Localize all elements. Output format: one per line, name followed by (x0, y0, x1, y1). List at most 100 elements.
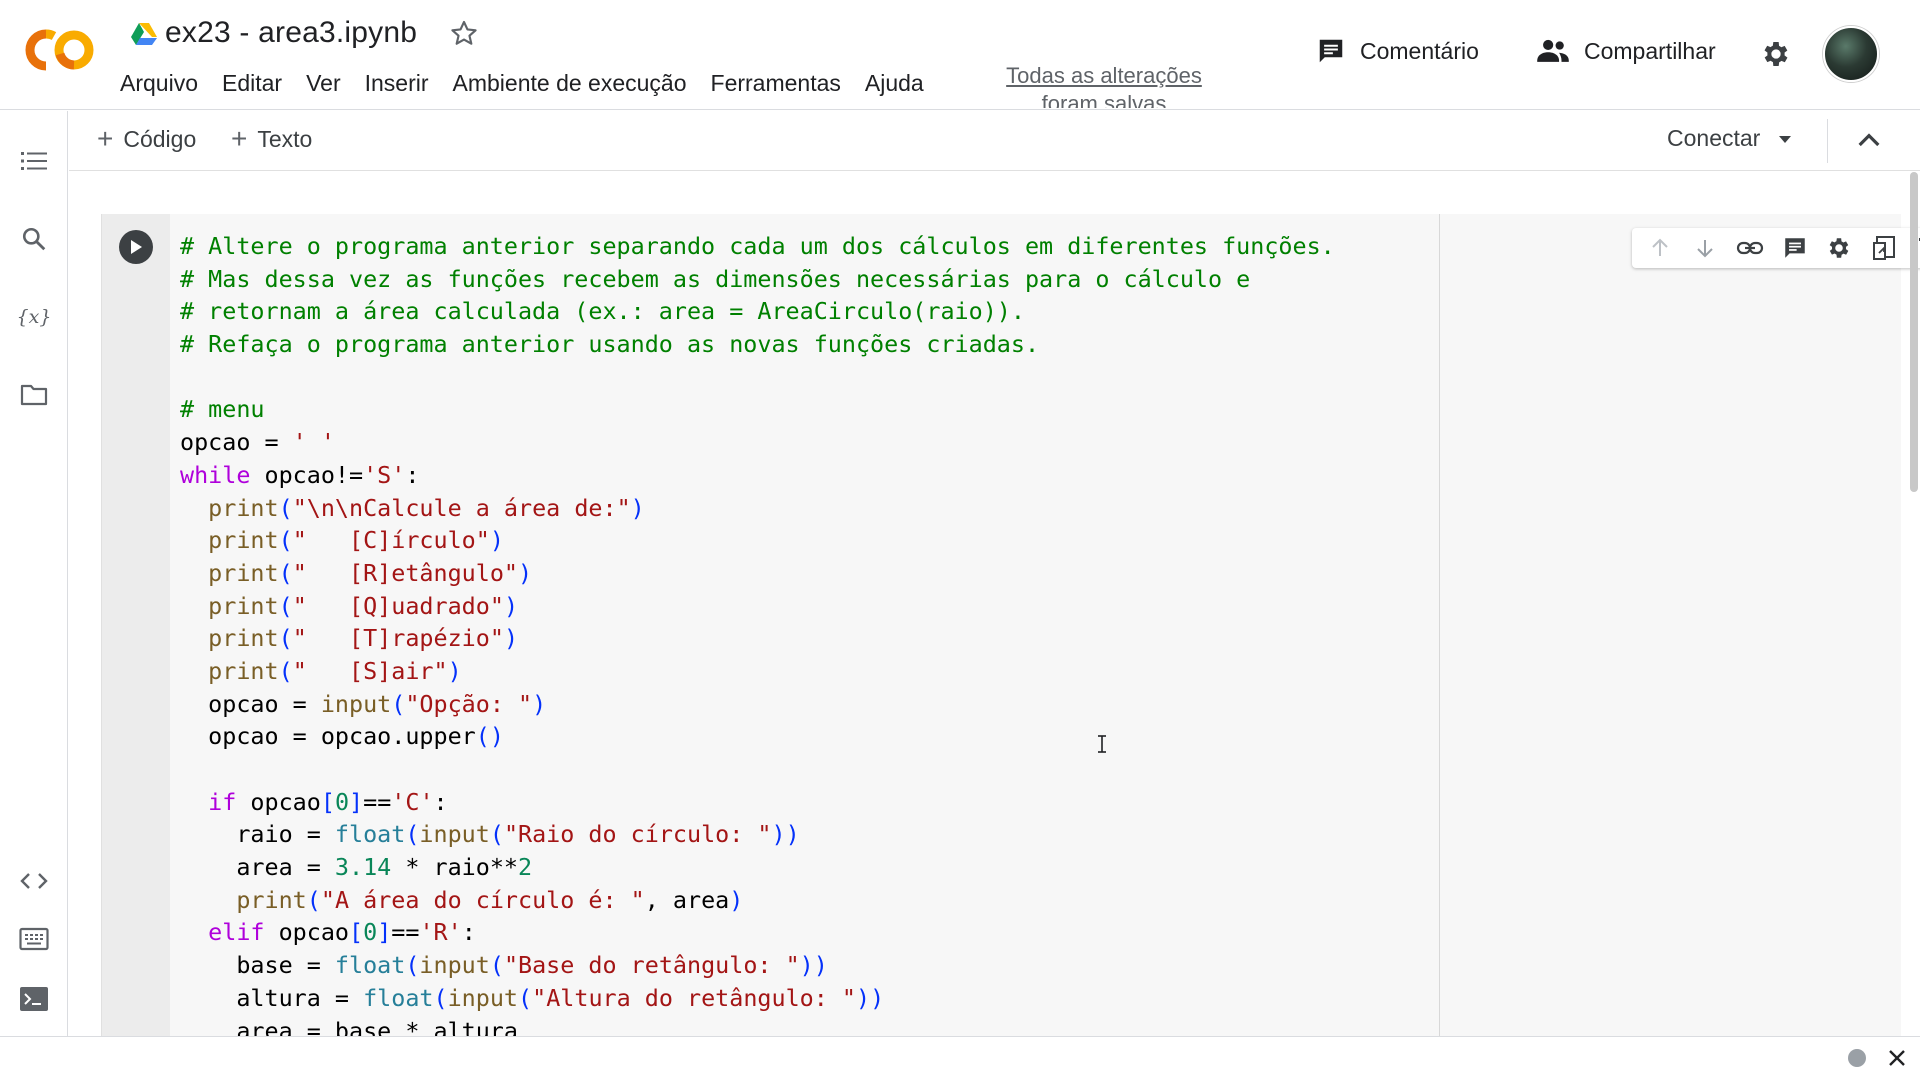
menu-ambiente-de-execucao[interactable]: Ambiente de execução (441, 68, 699, 98)
avatar[interactable] (1823, 26, 1879, 82)
code-line[interactable]: # Altere o programa anterior separando c… (180, 230, 1335, 263)
menu-inserir[interactable]: Inserir (353, 68, 441, 98)
code-line[interactable]: altura = float(input("Altura do retângul… (180, 982, 1335, 1015)
link-icon[interactable] (1735, 233, 1765, 263)
menu-ajuda[interactable]: Ajuda (853, 68, 936, 98)
code-token: opcao = opcao.upper (180, 722, 476, 751)
code-editor[interactable]: # Altere o programa anterior separando c… (170, 214, 1440, 1036)
code-token: 0 (363, 918, 378, 947)
vertical-scrollbar[interactable] (1910, 172, 1918, 492)
code-token: opcao = (180, 428, 293, 457)
code-token: # menu (180, 395, 265, 424)
code-line[interactable]: base = float(input("Base do retângulo: "… (180, 949, 1335, 982)
add-text-label: Texto (257, 125, 313, 152)
code-line[interactable]: # menu (180, 393, 1335, 426)
code-token: altura = (180, 983, 364, 1012)
search-icon[interactable] (18, 223, 50, 255)
command-palette-icon[interactable] (18, 923, 50, 955)
code-line[interactable] (180, 753, 1335, 786)
notebook-title[interactable]: ex23 - area3.ipynb (165, 16, 417, 50)
code-line[interactable]: # Refaça o programa anterior usando as n… (180, 328, 1335, 361)
code-token: ] (377, 918, 392, 947)
menu-arquivo[interactable]: Arquivo (120, 68, 210, 98)
code-token: base = (180, 951, 335, 980)
menu-bar: Arquivo Editar Ver Inserir Ambiente de e… (120, 68, 936, 98)
code-token: )) (856, 983, 885, 1012)
code-line[interactable]: print(" [T]rapézio") (180, 622, 1335, 655)
code-token: print (208, 591, 279, 620)
gear-icon[interactable] (1824, 233, 1854, 263)
code-content[interactable]: # Altere o programa anterior separando c… (180, 230, 1335, 1036)
comment-button-label: Comentário (1360, 37, 1479, 64)
code-line[interactable]: if opcao[0]=='C': (180, 786, 1335, 819)
code-token: () (475, 722, 504, 751)
comment-icon[interactable] (1780, 233, 1810, 263)
code-token: )) (771, 820, 800, 849)
code-token: input (419, 820, 490, 849)
code-token: input (447, 983, 519, 1012)
save-status-link[interactable]: Todas as alterações foram salvas (996, 62, 1212, 108)
code-line[interactable]: print(" [Q]uadrado") (180, 590, 1335, 623)
colab-logo[interactable] (22, 26, 96, 74)
menu-ver[interactable]: Ver (294, 68, 353, 98)
code-line[interactable]: opcao = input("Opção: ") (180, 688, 1335, 721)
run-cell-button[interactable] (119, 230, 153, 264)
code-token: " [C]írculo" (292, 526, 490, 555)
code-token: while (180, 460, 251, 489)
menu-editar[interactable]: Editar (210, 68, 294, 98)
star-icon[interactable] (448, 18, 480, 50)
code-line[interactable]: area = 3.14 * raio**2 (180, 851, 1335, 884)
google-drive-icon[interactable] (130, 22, 158, 46)
code-cell[interactable]: # Altere o programa anterior separando c… (101, 214, 1920, 1036)
menu-ferramentas[interactable]: Ferramentas (699, 68, 853, 98)
code-token: area = (180, 853, 335, 882)
runtime-status-indicator[interactable] (1848, 1049, 1866, 1067)
chevron-up-icon[interactable] (1853, 125, 1885, 157)
code-line[interactable]: print("\n\nCalcule a área de:") (180, 492, 1335, 525)
text-cursor-icon (1098, 735, 1106, 753)
code-token: opcao!= (250, 460, 364, 489)
people-icon (1537, 39, 1569, 62)
code-token: ) (630, 493, 645, 522)
cell-toolbar (1632, 228, 1920, 268)
code-line[interactable]: print("A área do círculo é: ", area) (180, 884, 1335, 917)
code-line[interactable] (180, 361, 1335, 394)
code-line[interactable]: while opcao!='S': (180, 459, 1335, 492)
code-line[interactable]: print(" [R]etângulo") (180, 557, 1335, 590)
code-token: 2 (518, 853, 533, 882)
save-status-line-1: Todas as alterações (1006, 63, 1202, 88)
code-line[interactable]: opcao = opcao.upper() (180, 720, 1335, 753)
code-line[interactable]: print(" [S]air") (180, 655, 1335, 688)
code-token: ( (405, 951, 420, 980)
code-line[interactable]: # Mas dessa vez as funções recebem as di… (180, 263, 1335, 296)
caret-down-icon[interactable] (1778, 134, 1792, 144)
code-token: input (419, 951, 490, 980)
notebook-toolbar: + Código + Texto Conectar (69, 111, 1920, 171)
code-snippets-icon[interactable] (18, 865, 50, 897)
code-line[interactable]: # retornam a área calculada (ex.: area =… (180, 295, 1335, 328)
files-icon[interactable] (18, 379, 50, 411)
table-of-contents-icon[interactable] (18, 145, 50, 177)
move-up-icon[interactable] (1645, 233, 1675, 263)
terminal-icon[interactable] (18, 983, 50, 1015)
code-line[interactable]: raio = float(input("Raio do círculo: ")) (180, 818, 1335, 851)
code-line[interactable]: opcao = ' ' (180, 426, 1335, 459)
code-token: ( (306, 885, 321, 914)
code-token: float (363, 983, 434, 1012)
add-text-button[interactable]: + Texto (231, 125, 312, 153)
connect-button[interactable]: Conectar (1667, 125, 1792, 152)
close-icon[interactable] (1885, 1046, 1909, 1070)
code-line[interactable]: print(" [C]írculo") (180, 524, 1335, 557)
comment-button[interactable]: Comentário (1316, 36, 1479, 66)
code-line[interactable]: area = base * altura (180, 1015, 1335, 1037)
mirror-cell-icon[interactable] (1869, 233, 1899, 263)
share-button[interactable]: Compartilhar (1536, 36, 1716, 66)
code-token: " [Q]uadrado" (292, 591, 504, 620)
gear-icon[interactable] (1760, 38, 1792, 70)
move-down-icon[interactable] (1690, 233, 1720, 263)
add-code-button[interactable]: + Código (97, 125, 196, 153)
code-line[interactable]: elif opcao[0]=='R': (180, 916, 1335, 949)
variables-icon[interactable]: {x} (16, 301, 52, 333)
